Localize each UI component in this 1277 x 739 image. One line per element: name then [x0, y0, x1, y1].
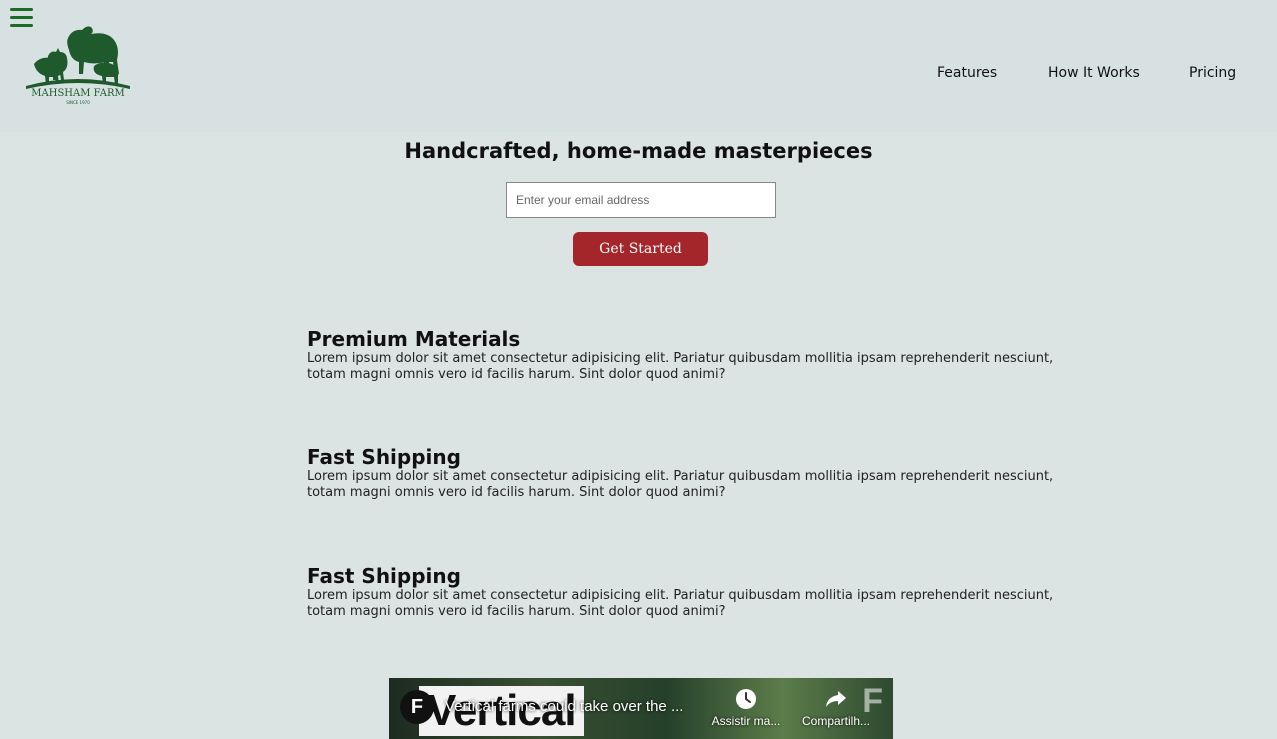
feature-description: Lorem ipsum dolor sit amet consectetur a…	[307, 588, 1054, 619]
site-header: MAHSHAM FARM SINCE 1970 Features How It …	[0, 0, 1277, 132]
nav-link-how-it-works[interactable]: How It Works	[1048, 65, 1140, 81]
clock-icon	[736, 689, 756, 709]
feature-title: Fast Shipping	[307, 564, 461, 588]
share-arrow-icon	[826, 691, 846, 707]
hero-title: Handcrafted, home-made masterpieces	[404, 139, 873, 163]
share-label: Compartilh...	[801, 714, 871, 728]
feature-description: Lorem ipsum dolor sit amet consectetur a…	[307, 351, 1054, 382]
video-title[interactable]: Vertical farms could take over the ...	[445, 698, 683, 715]
watch-later-button[interactable]: Assistir ma...	[706, 688, 786, 728]
channel-avatar[interactable]: F	[400, 690, 434, 724]
feature-description: Lorem ipsum dolor sit amet consectetur a…	[307, 469, 1054, 500]
feature-title: Fast Shipping	[307, 445, 461, 469]
main-nav: Features How It Works Pricing	[0, 65, 1277, 85]
logo-text: MAHSHAM FARM	[31, 88, 124, 99]
watch-later-label: Assistir ma...	[711, 714, 781, 728]
logo-subtext: SINCE 1970	[66, 100, 90, 105]
embedded-video[interactable]: Vertical F Vertical farms could take ove…	[389, 678, 893, 739]
feature-title: Premium Materials	[307, 327, 521, 351]
email-input[interactable]	[506, 182, 776, 218]
get-started-button[interactable]: Get Started	[573, 232, 708, 266]
nav-link-pricing[interactable]: Pricing	[1189, 65, 1236, 81]
nav-link-features[interactable]: Features	[937, 65, 997, 81]
feature-fast-shipping-2: Fast Shipping Lorem ipsum dolor sit amet…	[307, 564, 1067, 620]
feature-fast-shipping: Fast Shipping Lorem ipsum dolor sit amet…	[307, 445, 1067, 501]
feature-premium-materials: Premium Materials Lorem ipsum dolor sit …	[307, 327, 1067, 383]
channel-watermark: F	[862, 682, 883, 720]
